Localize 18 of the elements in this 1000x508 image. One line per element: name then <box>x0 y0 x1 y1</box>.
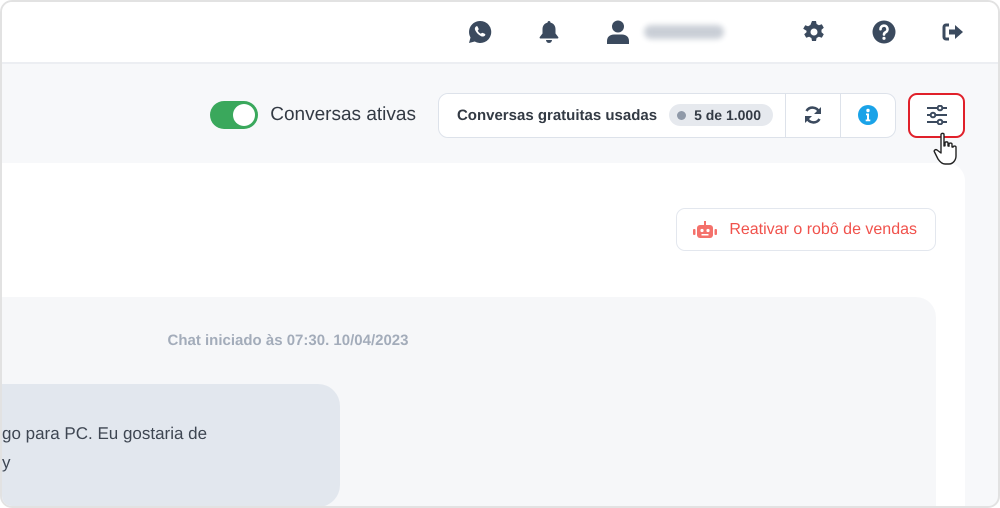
settings-icon[interactable] <box>802 20 826 44</box>
sliders-icon <box>926 105 948 125</box>
chat-phone-icon[interactable] <box>468 20 492 44</box>
filter-button[interactable] <box>908 92 965 138</box>
info-icon <box>858 105 878 125</box>
message-bubble: go para PC. Eu gostaria de y <box>2 384 340 506</box>
logout-icon[interactable] <box>942 22 964 42</box>
reactivate-robot-button[interactable]: Reativar o robô de vendas <box>676 208 936 251</box>
user-icon[interactable] <box>606 20 630 44</box>
usage-count-badge: 5 de 1.000 <box>669 104 773 126</box>
toggle-label: Conversas ativas <box>270 104 416 126</box>
usage-label: Conversas gratuitas usadas <box>456 106 658 124</box>
robot-icon <box>693 220 718 238</box>
bell-icon[interactable] <box>538 20 560 44</box>
help-icon[interactable] <box>872 20 896 44</box>
toggle-switch[interactable] <box>210 101 258 129</box>
chat-start-text: Chat iniciado às 07:30. 10/04/2023 <box>166 332 410 349</box>
refresh-icon <box>803 105 823 125</box>
